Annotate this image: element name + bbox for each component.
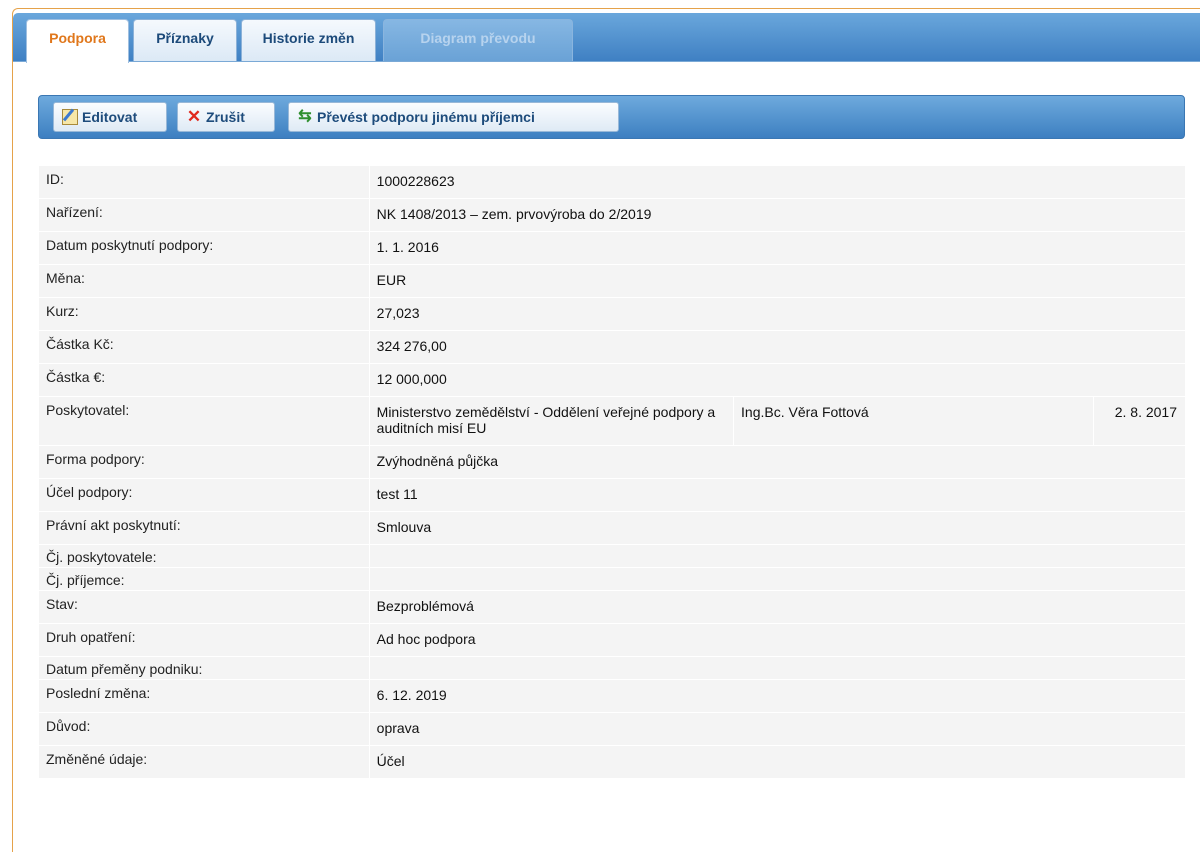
transfer-support-button[interactable]: ⇆ Převést podporu jinému příjemci xyxy=(288,102,619,132)
row-label: Nařízení: xyxy=(38,198,370,232)
table-row: Částka €: 12 000,000 xyxy=(38,363,1187,397)
table-row: Datum poskytnutí podpory: 1. 1. 2016 xyxy=(38,231,1187,265)
row-label: Právní akt poskytnutí: xyxy=(38,511,370,545)
table-row: Poskytovatel: Ministerstvo zemědělství -… xyxy=(38,396,1186,446)
row-value: NK 1408/2013 – zem. prvovýroba do 2/2019 xyxy=(368,198,1187,232)
row-label: Částka Kč: xyxy=(38,330,370,364)
table-row: Kurz: 27,023 xyxy=(38,297,1187,331)
row-label: Poskytovatel: xyxy=(38,396,370,446)
row-label: Druh opatření: xyxy=(38,623,370,657)
row-value: Účel xyxy=(368,745,1187,779)
provider-date: 2. 8. 2017 xyxy=(1093,396,1186,446)
table-row: Čj. poskytovatele: xyxy=(38,544,1187,568)
table-row: Forma podpory: Zvýhodněná půjčka xyxy=(38,445,1187,479)
table-row: Měna: EUR xyxy=(38,264,1187,298)
table-row: Změněné údaje: Účel xyxy=(38,745,1187,779)
support-detail-table: ID: 1000228623 Nařízení: NK 1408/2013 – … xyxy=(38,165,1187,779)
transfer-icon: ⇆ xyxy=(298,108,312,125)
transfer-button-label: Převést podporu jinému příjemci xyxy=(317,109,535,125)
row-label: Změněné údaje: xyxy=(38,745,370,779)
table-row: Nařízení: NK 1408/2013 – zem. prvovýroba… xyxy=(38,198,1187,232)
row-label: Stav: xyxy=(38,590,370,624)
row-value xyxy=(368,656,1187,680)
table-row: Důvod: oprava xyxy=(38,712,1187,746)
tab-podpora[interactable]: Podpora xyxy=(26,19,129,63)
row-label: Účel podpory: xyxy=(38,478,370,512)
row-value: 27,023 xyxy=(368,297,1187,331)
row-value: EUR xyxy=(368,264,1187,298)
row-value: 6. 12. 2019 xyxy=(368,679,1187,713)
provider-person: Ing.Bc. Věra Fottová xyxy=(733,396,1095,446)
row-value: 1000228623 xyxy=(368,165,1187,199)
table-row: Druh opatření: Ad hoc podpora xyxy=(38,623,1187,657)
row-value: 1. 1. 2016 xyxy=(368,231,1187,265)
row-label: Kurz: xyxy=(38,297,370,331)
cancel-button[interactable]: ✕ Zrušit xyxy=(177,102,275,132)
row-label: Čj. příjemce: xyxy=(38,567,370,591)
edit-button[interactable]: Editovat xyxy=(53,102,167,132)
tab-bar: Podpora Příznaky Historie změn Diagram p… xyxy=(13,13,1200,63)
row-value: 324 276,00 xyxy=(368,330,1187,364)
tab-priznaky[interactable]: Příznaky xyxy=(133,19,237,61)
close-icon: ✕ xyxy=(186,107,202,126)
row-value: Bezproblémová xyxy=(368,590,1187,624)
row-label: Důvod: xyxy=(38,712,370,746)
row-label: Čj. poskytovatele: xyxy=(38,544,370,568)
table-row: Datum přeměny podniku: xyxy=(38,656,1187,680)
tab-historie-zmen[interactable]: Historie změn xyxy=(241,19,376,61)
action-toolbar: Editovat ✕ Zrušit ⇆ Převést podporu jiné… xyxy=(38,95,1185,139)
row-value xyxy=(368,567,1187,591)
row-value: Ad hoc podpora xyxy=(368,623,1187,657)
table-row: ID: 1000228623 xyxy=(38,165,1187,199)
table-row: Částka Kč: 324 276,00 xyxy=(38,330,1187,364)
row-label: Forma podpory: xyxy=(38,445,370,479)
table-row: Účel podpory: test 11 xyxy=(38,478,1187,512)
row-value: oprava xyxy=(368,712,1187,746)
row-value: 12 000,000 xyxy=(368,363,1187,397)
provider-name: Ministerstvo zemědělství - Oddělení veře… xyxy=(368,396,735,446)
row-value: Smlouva xyxy=(368,511,1187,545)
row-label: Datum poskytnutí podpory: xyxy=(38,231,370,265)
row-value xyxy=(368,544,1187,568)
row-label: Poslední změna: xyxy=(38,679,370,713)
row-label: ID: xyxy=(38,165,370,199)
edit-button-label: Editovat xyxy=(82,109,138,125)
table-row: Právní akt poskytnutí: Smlouva xyxy=(38,511,1187,545)
table-row: Čj. příjemce: xyxy=(38,567,1187,591)
table-row: Stav: Bezproblémová xyxy=(38,590,1187,624)
row-value: Zvýhodněná půjčka xyxy=(368,445,1187,479)
table-row: Poslední změna: 6. 12. 2019 xyxy=(38,679,1187,713)
tab-diagram-prevodu: Diagram převodu xyxy=(383,19,573,61)
edit-icon xyxy=(62,109,78,125)
row-label: Datum přeměny podniku: xyxy=(38,656,370,680)
row-label: Částka €: xyxy=(38,363,370,397)
cancel-button-label: Zrušit xyxy=(206,109,245,125)
row-label: Měna: xyxy=(38,264,370,298)
row-value: test 11 xyxy=(368,478,1187,512)
